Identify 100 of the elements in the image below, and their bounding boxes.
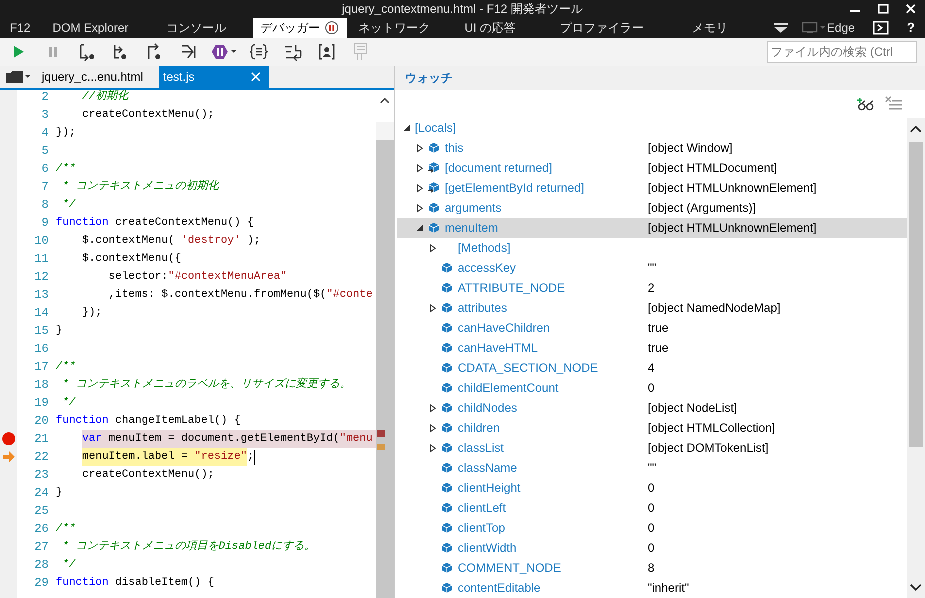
property-icon [441,442,453,454]
collapsed-icon[interactable] [429,424,437,432]
help-button[interactable]: ? [907,18,916,38]
watch-row[interactable]: [document returned] [object HTMLDocument] [397,158,907,178]
watch-row[interactable]: contentEditable "inherit" [397,578,907,598]
collapsed-icon[interactable] [429,444,437,452]
watch-row[interactable]: arguments [object (Arguments)] [397,198,907,218]
code-line: $.contextMenu({ [81,252,182,267]
watch-row[interactable]: className "" [397,458,907,478]
watch-row[interactable]: clientWidth 0 [397,538,907,558]
watch-name: childNodes [458,400,518,417]
watch-row[interactable]: ATTRIBUTE_NODE 2 [397,278,907,298]
line-number: 8 [40,197,49,214]
folder-dropdown-icon[interactable] [5,70,31,84]
tab[interactable]: メモリ [666,18,754,38]
watch-row[interactable]: CDATA_SECTION_NODE 4 [397,358,907,378]
tab[interactable]: プロファイラー [538,18,666,38]
line-number: 15 [34,323,49,340]
add-watch-icon[interactable] [857,97,875,111]
watch-name: CDATA_SECTION_NODE [458,360,598,377]
watch-row[interactable]: attributes [object NamedNodeMap] [397,298,907,318]
line-number: 24 [34,485,49,502]
tab[interactable]: UI の応答 [442,18,538,38]
monitor-dropdown-icon[interactable] [802,22,826,34]
scroll-up-icon[interactable] [910,126,922,132]
scrollbar-thumb[interactable] [909,142,923,447]
watch-row[interactable]: accessKey "" [397,258,907,278]
line-number: 27 [34,539,49,556]
watch-row[interactable]: canHaveChildren true [397,318,907,338]
collapsed-icon[interactable] [429,244,437,252]
collapsed-icon[interactable] [416,144,424,152]
pretty-print-icon[interactable] [250,43,268,61]
paused-icon [324,21,339,35]
watch-value: 0 [648,380,655,397]
continue-icon[interactable] [13,45,25,59]
collapsed-icon[interactable] [416,184,424,192]
search-field[interactable]: ファイル内の検索 (Ctrl [767,41,917,63]
delete-all-watches-icon[interactable] [885,96,903,112]
code-line: */ [62,198,77,213]
watch-name: attributes [458,300,508,317]
property-icon [441,342,453,354]
property-icon [441,562,453,574]
maximize-icon[interactable] [878,4,888,14]
scrollbar[interactable] [907,118,925,598]
file-tab[interactable]: test.js [159,66,270,88]
watch-row[interactable]: classList [object DOMTokenList] [397,438,907,458]
watch-row[interactable]: [Methods] [397,238,907,258]
watch-name: clientWidth [458,540,517,557]
property-icon [441,542,453,554]
watch-row[interactable]: childElementCount 0 [397,378,907,398]
line-number: 3 [40,107,49,124]
watch-value: [object Window] [648,140,733,157]
file-tab[interactable]: jquery_c...enu.html [42,66,144,88]
collapsed-icon[interactable] [416,164,424,172]
watch-row[interactable]: clientLeft 0 [397,498,907,518]
expanded-icon[interactable] [403,124,411,132]
collapsed-icon[interactable] [416,204,424,212]
watch-panel-title: ウォッチ [405,70,453,87]
watch-row[interactable]: clientTop 0 [397,518,907,538]
scroll-up-icon[interactable] [380,98,390,104]
code-line: /** [56,360,77,375]
watch-name: clientLeft [458,500,506,517]
exceptions-dropdown-icon[interactable] [211,44,237,60]
console-icon[interactable] [873,21,890,35]
expanded-icon[interactable] [416,224,424,232]
watch-row[interactable]: clientHeight 0 [397,478,907,498]
emulation-mode-label: Edge [827,20,856,37]
watch-name: arguments [445,200,502,217]
step-into-icon[interactable] [78,43,96,61]
word-wrap-icon[interactable] [283,43,303,61]
code-line: /** [56,162,77,177]
code-line: selector:"#contextMenuArea" [108,270,288,285]
scrollbar[interactable] [376,90,394,598]
tab[interactable]: デバッガー [252,18,347,38]
code-line: createContextMenu(); [81,108,216,123]
tab[interactable]: F12 [0,18,41,38]
line-number: 11 [34,251,49,268]
line-number: 12 [34,269,49,286]
watch-row[interactable]: [getElementById returned] [object HTMLUnknownElement] [397,178,907,198]
collapsed-icon[interactable] [429,404,437,412]
watch-row[interactable]: menuItem [object HTMLUnknownElement] [397,218,907,238]
line-number: 16 [34,341,49,358]
watch-row[interactable]: this [object Window] [397,138,907,158]
watch-row[interactable]: children [object HTMLCollection] [397,418,907,438]
line-number: 22 [34,449,49,466]
watch-row[interactable]: COMMENT_NODE 8 [397,558,907,578]
scroll-down-icon[interactable] [910,584,922,590]
property-icon [441,382,453,394]
more-tabs-icon[interactable] [774,23,788,33]
scrollbar-thumb[interactable] [376,122,394,140]
watch-name: [Locals] [415,120,456,137]
watch-row[interactable]: canHaveHTML true [397,338,907,358]
watch-row[interactable]: [Locals] [397,118,907,138]
watch-row[interactable]: childNodes [object NodeList] [397,398,907,418]
tab[interactable]: ネットワーク [346,18,443,38]
tab[interactable]: DOM Explorer [40,18,141,38]
close-icon[interactable] [906,4,916,14]
tab[interactable]: コンソール [140,18,253,38]
collapsed-icon[interactable] [429,304,437,312]
watch-value: "inherit" [648,580,690,597]
